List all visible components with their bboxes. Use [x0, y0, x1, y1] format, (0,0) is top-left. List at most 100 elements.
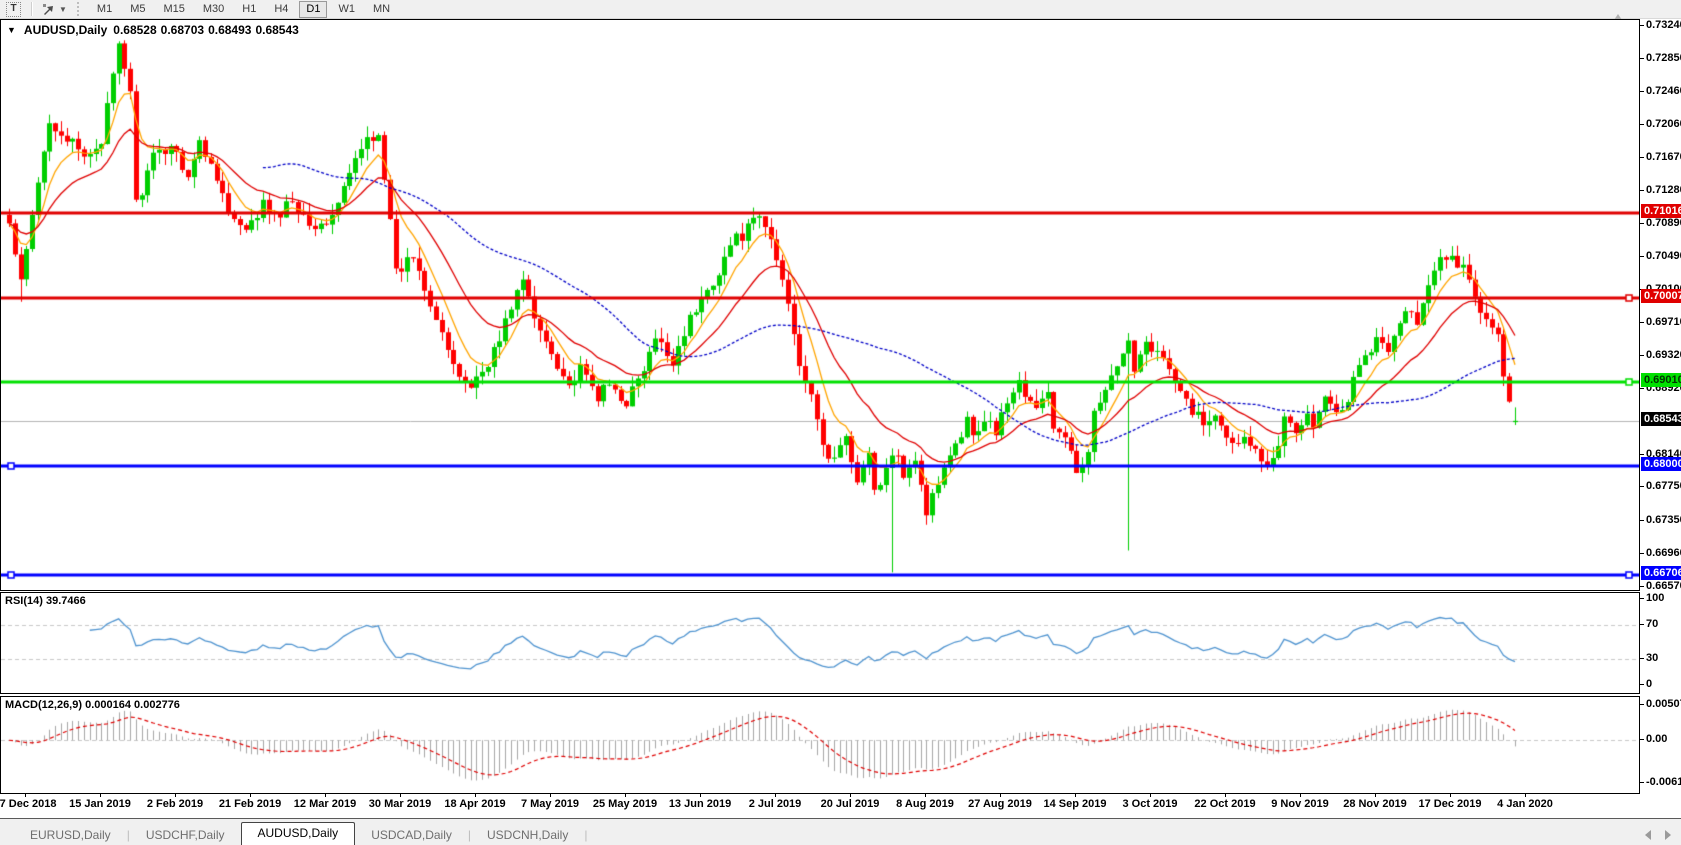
- price-axis-tickmark: [1640, 388, 1644, 390]
- ohlc-close: 0.68543: [255, 23, 299, 37]
- price-axis-tickmark: [1640, 552, 1644, 554]
- toolbar: T ▼ M1 M5 M15 M30 H1 H4 D1 W1 MN: [0, 0, 1681, 19]
- price-axis-tick: 0.72060: [1646, 118, 1681, 131]
- timeframe-button-d1[interactable]: D1: [299, 0, 328, 18]
- price-axis-tickmark: [1640, 222, 1644, 224]
- rsi-axis-tick: 30: [1646, 652, 1659, 665]
- timeframe-button-h1[interactable]: H1: [235, 1, 263, 18]
- price-axis-tickmark: [1640, 124, 1644, 126]
- date-axis-label: 14 Sep 2019: [1043, 798, 1107, 810]
- level-price-tag[interactable]: 0.66706: [1641, 566, 1681, 581]
- date-axis-label: 21 Feb 2019: [218, 798, 282, 810]
- date-axis[interactable]: 27 Dec 2018 15 Jan 2019 2 Feb 2019 21 Feb 2…: [0, 793, 1640, 818]
- tab-divider: |: [584, 828, 588, 842]
- macd-axis-tick: 0.00: [1646, 733, 1668, 746]
- macd-axis-tickmark: [1640, 739, 1644, 741]
- chart-tab-eurusd[interactable]: EURUSD,Daily: [14, 825, 127, 845]
- timeframe-button-mn[interactable]: MN: [366, 1, 397, 18]
- date-axis-tickmark: [1225, 793, 1226, 797]
- chart-tab-usdcad[interactable]: USDCAD,Daily: [355, 825, 468, 845]
- macd-axis-tickmark: [1640, 704, 1644, 705]
- date-axis-tickmark: [1525, 793, 1526, 797]
- rsi-canvas[interactable]: [1, 593, 1639, 693]
- price-axis[interactable]: 0.73240 0.72850 0.72460 0.72060 0.71670 0.712…: [1640, 19, 1681, 794]
- level-price-tag[interactable]: 0.70007: [1641, 288, 1681, 303]
- macd-axis-tickmark: [1640, 782, 1644, 783]
- date-axis-label: 15 Jan 2019: [69, 798, 131, 810]
- cursor-tool-button[interactable]: ▼: [37, 1, 72, 17]
- price-chart-panel[interactable]: ▼ AUDUSD,Daily 0.68528 0.68703 0.68493 0…: [0, 19, 1640, 591]
- price-axis-tickmark: [1640, 25, 1644, 27]
- macd-axis-tick: -0.006148: [1646, 776, 1681, 788]
- timeframe-button-h4[interactable]: H4: [267, 1, 295, 18]
- date-axis-tickmark: [775, 793, 776, 797]
- price-axis-tickmark: [1640, 189, 1644, 191]
- text-tool-button[interactable]: T: [1, 1, 26, 17]
- toolbar-separator: [31, 2, 32, 16]
- price-axis-tick: 0.66570: [1646, 579, 1681, 592]
- date-axis-tickmark: [175, 793, 176, 797]
- price-axis-tick: 0.72850: [1646, 51, 1681, 64]
- price-axis-tickmark: [1640, 57, 1644, 59]
- trading-app-window: T ▼ M1 M5 M15 M30 H1 H4 D1 W1 MN ▼ AUDUSD,Daily …: [0, 0, 1681, 845]
- price-axis-tick: 0.67350: [1646, 514, 1681, 527]
- symbol-timeframe-label: AUDUSD,Daily: [23, 23, 108, 37]
- price-axis-tickmark: [1640, 486, 1644, 488]
- price-axis-tick: 0.67750: [1646, 480, 1681, 493]
- date-axis-label: 9 Nov 2019: [1271, 798, 1329, 810]
- date-axis-label: 13 Jun 2019: [668, 798, 732, 810]
- rsi-axis-tickmark: [1640, 623, 1644, 625]
- tab-scroll-right-icon[interactable]: [1665, 830, 1671, 840]
- rsi-axis-tickmark: [1640, 658, 1644, 660]
- chart-tab-audusd[interactable]: AUDUSD,Daily: [240, 822, 356, 845]
- date-axis-tickmark: [925, 793, 926, 797]
- tab-scroll-arrows: [1645, 830, 1671, 840]
- macd-panel[interactable]: MACD(12,26,9) 0.000164 0.002776: [0, 696, 1640, 794]
- level-price-tag[interactable]: 0.68000: [1641, 457, 1681, 472]
- current-price-tag[interactable]: 0.68543: [1641, 411, 1681, 426]
- price-chart-canvas[interactable]: [1, 20, 1639, 590]
- price-axis-tick: 0.70490: [1646, 250, 1681, 263]
- chart-tab-usdchf[interactable]: USDCHF,Daily: [130, 825, 241, 845]
- price-axis-tickmark: [1640, 321, 1644, 323]
- date-axis-label: 18 Apr 2019: [444, 798, 506, 810]
- date-axis-tickmark: [1300, 793, 1301, 797]
- date-axis-tickmark: [700, 793, 701, 797]
- timeframe-button-m5[interactable]: M5: [123, 1, 152, 18]
- ohlc-open: 0.68528: [113, 23, 157, 37]
- chart-tab-usdcnh[interactable]: USDCNH,Daily: [471, 825, 584, 845]
- rsi-axis-tick: 100: [1646, 592, 1665, 604]
- rsi-label: RSI(14) 39.7466: [5, 595, 86, 607]
- rsi-axis-tickmark: [1640, 598, 1644, 599]
- toolbar-grip[interactable]: [76, 2, 84, 16]
- price-axis-tickmark: [1640, 90, 1644, 92]
- date-axis-label: 28 Nov 2019: [1343, 798, 1407, 810]
- rsi-panel[interactable]: RSI(14) 39.7466: [0, 592, 1640, 694]
- chart-tab-bar: EURUSD,Daily | USDCHF,Daily AUDUSD,Daily USD…: [0, 818, 1681, 845]
- price-axis-tickmark: [1640, 585, 1644, 587]
- price-axis-tick: 0.70890: [1646, 216, 1681, 229]
- level-price-tag[interactable]: 0.71016: [1641, 204, 1681, 219]
- timeframe-button-w1[interactable]: W1: [331, 1, 362, 18]
- chevron-down-icon: ▼: [59, 4, 67, 14]
- price-axis-tick: 0.69710: [1646, 315, 1681, 328]
- date-axis-label: 25 May 2019: [592, 798, 658, 810]
- macd-canvas[interactable]: [1, 697, 1639, 793]
- timeframe-button-m15[interactable]: M15: [156, 1, 191, 18]
- price-axis-tick: 0.71670: [1646, 151, 1681, 164]
- date-axis-tickmark: [1450, 793, 1451, 797]
- tab-scroll-left-icon[interactable]: [1645, 830, 1651, 840]
- collapse-triangle-icon[interactable]: ▼: [7, 25, 16, 35]
- date-axis-tickmark: [400, 793, 401, 797]
- timeframe-button-group: M1 M5 M15 M30 H1 H4 D1 W1 MN: [88, 0, 399, 18]
- timeframe-button-m30[interactable]: M30: [196, 1, 231, 18]
- date-axis-tickmark: [1150, 793, 1151, 797]
- date-axis-label: 8 Aug 2019: [896, 798, 954, 810]
- date-axis-label: 27 Aug 2019: [968, 798, 1032, 810]
- date-axis-tickmark: [100, 793, 101, 797]
- timeframe-button-m1[interactable]: M1: [90, 1, 119, 18]
- date-axis-label: 20 Jul 2019: [820, 798, 880, 810]
- level-price-tag[interactable]: 0.69010: [1641, 372, 1681, 387]
- text-tool-icon: T: [6, 1, 21, 17]
- date-axis-label: 3 Oct 2019: [1122, 798, 1178, 810]
